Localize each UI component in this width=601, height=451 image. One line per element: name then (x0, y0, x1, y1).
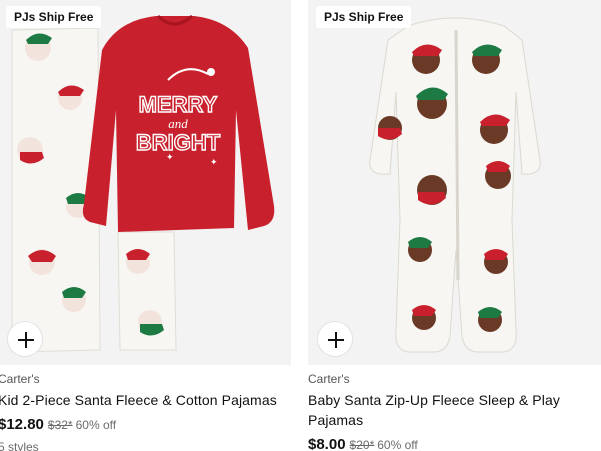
add-to-bag-button[interactable] (7, 321, 43, 357)
product-name-link[interactable]: Baby Santa Zip-Up Fleece Sleep & Play Pa… (308, 390, 601, 430)
shirt-text-bright: BRIGHT (136, 130, 221, 155)
product-image[interactable]: ✦ ✦ MERRY and BRIGHT PJs Ship Free (0, 0, 291, 365)
sleeper-illustration (369, 17, 541, 353)
product-image[interactable]: PJs Ship Free (308, 0, 601, 365)
add-to-bag-button[interactable] (317, 321, 353, 357)
product-card[interactable]: PJs Ship Free Carter's Baby Santa Zip-Up… (308, 0, 601, 451)
sale-price: $8.00 (308, 436, 346, 451)
pajama-set-illustration: ✦ ✦ MERRY and BRIGHT (11, 14, 275, 353)
product-brand: Carter's (308, 372, 350, 386)
styles-count-link[interactable]: 5 styles (0, 440, 291, 451)
original-price: $32* (47, 418, 73, 432)
ship-free-badge: PJs Ship Free (316, 6, 412, 28)
ship-free-badge: PJs Ship Free (6, 6, 102, 28)
discount-label: 60% off (377, 438, 418, 451)
discount-label: 60% off (75, 418, 117, 432)
svg-text:✦: ✦ (210, 157, 218, 167)
price-row: $8.00 $20* 60% off (308, 435, 601, 451)
sale-price: $12.80 (0, 416, 44, 433)
price-row: $12.80 $32* 60% off (0, 415, 291, 435)
product-brand: Carter's (0, 372, 40, 386)
shirt-text-and: and (168, 116, 188, 131)
plus-icon (18, 332, 34, 348)
product-card[interactable]: ✦ ✦ MERRY and BRIGHT PJs Ship Free Carte… (0, 0, 291, 451)
original-price: $20* (349, 438, 375, 451)
product-name-link[interactable]: Kid 2-Piece Santa Fleece & Cotton Pajama… (0, 390, 291, 410)
plus-icon (328, 332, 344, 348)
shirt-text-merry: MERRY (139, 92, 218, 117)
